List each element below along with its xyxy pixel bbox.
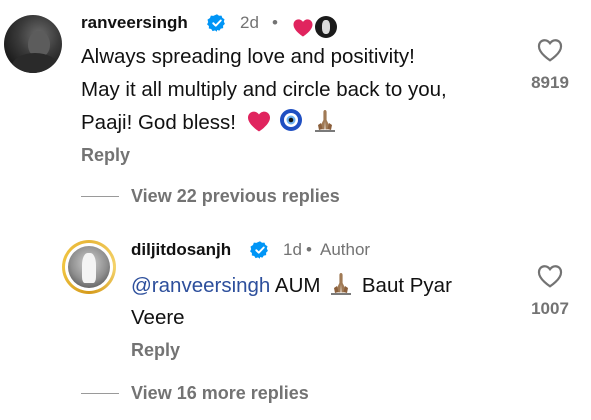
- divider: [81, 393, 119, 394]
- meta-separator: •: [306, 240, 312, 259]
- reply-button[interactable]: Reply: [131, 340, 180, 361]
- view-previous-replies-button[interactable]: View 22 previous replies: [131, 186, 340, 207]
- verified-badge-icon: [207, 14, 225, 32]
- comment-line-1: Always spreading love and positivity!: [81, 45, 415, 68]
- heart-outline-icon[interactable]: [537, 264, 563, 288]
- heart-outline-icon[interactable]: [537, 38, 563, 62]
- avatar[interactable]: [4, 15, 62, 73]
- author-liked-avatar-figure: [322, 20, 330, 34]
- reply-avatar[interactable]: [62, 240, 116, 294]
- evil-eye-icon: [280, 109, 303, 131]
- comment-like-count: 8919: [531, 73, 569, 92]
- reply-text-part-2: Baut Pyar: [361, 274, 452, 297]
- author-liked-avatar: [315, 16, 337, 38]
- praying-hands-icon: [331, 273, 352, 295]
- reply-username[interactable]: diljitdosanjh: [131, 240, 231, 260]
- comment-like[interactable]: 8919: [520, 38, 580, 93]
- comment-username[interactable]: ranveersingh: [81, 13, 188, 33]
- reply-like[interactable]: 1007: [520, 264, 580, 319]
- verified-badge-icon: [250, 241, 268, 259]
- view-more-replies-button[interactable]: View 16 more replies: [131, 383, 309, 404]
- avatar-figure: [82, 253, 96, 283]
- reply-text-part-1: AUM: [274, 274, 321, 297]
- meta-separator: •: [272, 13, 278, 32]
- reply-time: 1d: [283, 240, 302, 259]
- praying-hands-icon: [315, 110, 336, 132]
- heart-icon: [293, 19, 313, 37]
- reply-like-count: 1007: [531, 299, 569, 318]
- avatar-shoulder: [12, 53, 58, 73]
- comments-thread: ranveersingh 2d • Always spreading love …: [0, 0, 591, 420]
- author-label: Author: [320, 240, 371, 259]
- reply-button[interactable]: Reply: [81, 145, 130, 166]
- comment-line-3-container: Paaji! God bless!: [81, 108, 338, 138]
- reply-line-2: Veere: [131, 306, 185, 329]
- heart-icon: [247, 111, 270, 132]
- comment-line-2: May it all multiply and circle back to y…: [81, 78, 447, 101]
- divider: [81, 196, 119, 197]
- avatar-photo: [68, 246, 110, 288]
- comment-line-3: Paaji! God bless!: [81, 111, 236, 134]
- comment-time: 2d: [240, 13, 259, 32]
- reply-line-1: @ranveersingh AUM Baut Pyar: [131, 271, 452, 301]
- mention-link[interactable]: @ranveersingh: [131, 274, 270, 297]
